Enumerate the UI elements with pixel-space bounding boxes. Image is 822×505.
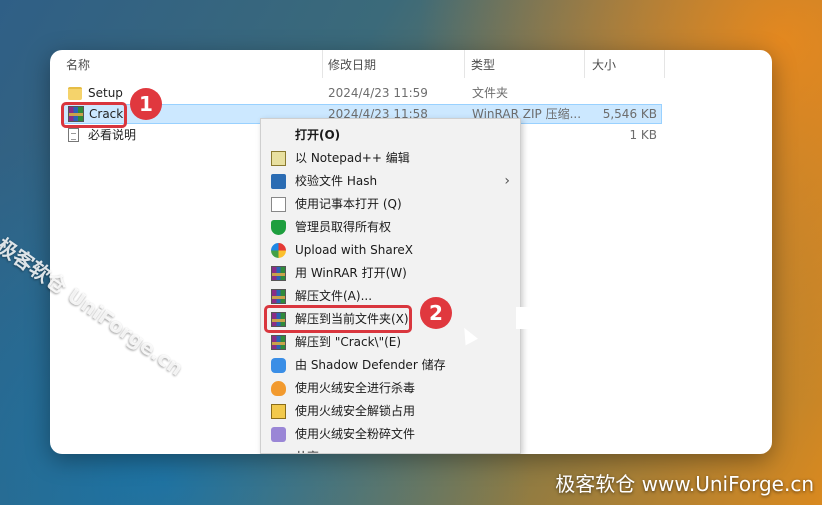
shadow-defender-icon — [271, 358, 286, 373]
file-type: 文件夹 — [472, 86, 509, 100]
menu-item-take-ownership[interactable]: 管理员取得所有权 — [261, 216, 520, 239]
chevron-right-icon: › — [504, 173, 510, 189]
step-badge-1: 1 — [130, 88, 162, 120]
column-date[interactable]: 修改日期 — [328, 56, 376, 73]
winrar-icon — [271, 289, 286, 304]
notepad-icon — [271, 197, 286, 212]
menu-item-huorong-unlock[interactable]: 使用火绒安全解锁占用 — [261, 400, 520, 423]
file-size: 5,546 KB — [602, 107, 657, 121]
winrar-icon — [271, 266, 286, 281]
menu-item-open-winrar[interactable]: 用 WinRAR 打开(W) — [261, 262, 520, 285]
share-icon: ↗ — [271, 450, 286, 453]
huorong-shred-icon — [271, 427, 286, 442]
menu-item-extract-to-folder[interactable]: 解压到 "Crack\"(E) — [261, 331, 520, 354]
watermark-corner: 极客软仓 www.UniForge.cn — [555, 472, 814, 496]
huorong-fire-icon — [271, 381, 286, 396]
hash-icon — [271, 174, 286, 189]
shield-icon — [271, 220, 286, 235]
file-name: Setup — [88, 86, 123, 100]
sort-up-icon: ⌃ — [188, 50, 197, 57]
folder-icon — [68, 87, 82, 100]
file-size: 1 KB — [629, 128, 657, 142]
menu-item-notepadpp[interactable]: 以 Notepad++ 编辑 — [261, 147, 520, 170]
menu-item-shadow-defender[interactable]: 由 Shadow Defender 储存 — [261, 354, 520, 377]
column-divider[interactable] — [464, 50, 465, 78]
column-type[interactable]: 类型 — [471, 56, 495, 73]
column-header: ⌃ 名称 修改日期 类型 大小 — [50, 50, 772, 78]
menu-item-notepad[interactable]: 使用记事本打开 (Q) — [261, 193, 520, 216]
column-name[interactable]: 名称 — [66, 56, 90, 73]
menu-item-hash[interactable]: 校验文件 Hash › — [261, 170, 520, 193]
context-menu: 打开(O) 以 Notepad++ 编辑 校验文件 Hash › 使用记事本打开… — [260, 118, 521, 454]
highlight-box-crack — [61, 102, 127, 128]
highlight-box-extract-here — [264, 305, 412, 333]
step-badge-2: 2 — [420, 297, 452, 329]
sharex-icon — [271, 243, 286, 258]
menu-item-open[interactable]: 打开(O) — [261, 124, 520, 147]
menu-item-share[interactable]: ↗ 共享 — [261, 446, 520, 453]
huorong-unlock-icon — [271, 404, 286, 419]
file-date: 2024/4/23 11:59 — [328, 86, 428, 100]
column-size[interactable]: 大小 — [592, 56, 616, 73]
menu-item-huorong-shred[interactable]: 使用火绒安全粉碎文件 — [261, 423, 520, 446]
column-divider[interactable] — [584, 50, 585, 78]
menu-hover-extension — [516, 307, 579, 329]
file-name: 必看说明 — [88, 128, 137, 142]
menu-item-huorong-scan[interactable]: 使用火绒安全进行杀毒 — [261, 377, 520, 400]
menu-item-sharex[interactable]: Upload with ShareX — [261, 239, 520, 262]
notepadpp-icon — [271, 151, 286, 166]
explorer-window: ⌃ 名称 修改日期 类型 大小 Setup 2024/4/23 11:59 文件… — [50, 50, 772, 454]
text-file-icon — [68, 128, 79, 142]
winrar-icon — [271, 335, 286, 350]
column-divider[interactable] — [664, 50, 665, 78]
column-divider[interactable] — [322, 50, 323, 78]
